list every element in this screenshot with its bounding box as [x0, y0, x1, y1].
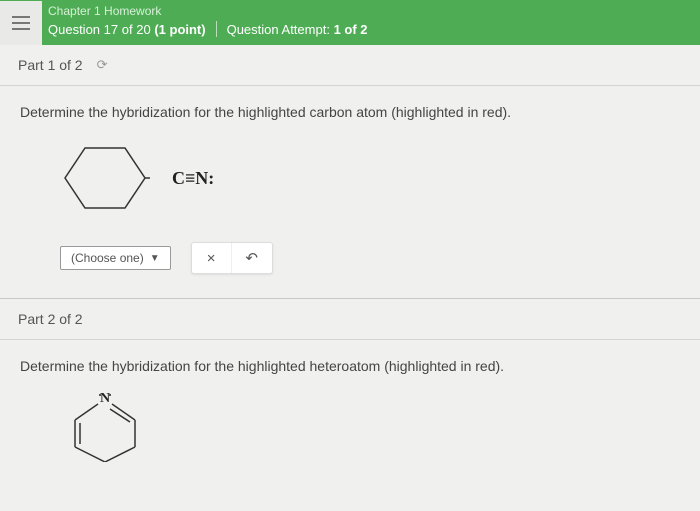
part1-header: Part 1 of 2 ⟳	[0, 45, 700, 86]
hybridization-dropdown[interactable]: (Choose one) ▼	[60, 246, 171, 270]
undo-button[interactable]: ↶	[232, 243, 272, 273]
nitrile-formula: C≡N:	[172, 168, 214, 189]
part2-header: Part 2 of 2	[0, 299, 700, 340]
structure-row-2: N	[60, 392, 680, 462]
part2-label: Part 2 of 2	[18, 311, 83, 327]
part2-prompt: Determine the hybridization for the high…	[20, 358, 680, 374]
clear-button[interactable]: ×	[192, 243, 232, 273]
chevron-down-icon: ▼	[150, 253, 160, 264]
part1-prompt: Determine the hybridization for the high…	[20, 104, 680, 120]
part2-panel: Determine the hybridization for the high…	[0, 340, 700, 462]
close-icon: ×	[207, 250, 216, 267]
chapter-title: Chapter 1 Homework	[48, 4, 368, 18]
menu-wrap	[0, 1, 42, 45]
hamburger-menu-icon[interactable]	[0, 3, 42, 43]
part1-panel: Determine the hybridization for the high…	[0, 86, 700, 298]
attempt-info: Question Attempt: 1 of 2	[227, 22, 368, 37]
question-number: Question 17 of 20 (1 point)	[48, 22, 206, 37]
undo-icon: ↶	[245, 249, 258, 267]
question-header: Chapter 1 Homework Question 17 of 20 (1 …	[0, 0, 700, 45]
content-area: Part 1 of 2 ⟳ Determine the hybridizatio…	[0, 45, 700, 511]
vertical-divider	[216, 21, 217, 37]
dropdown-label: (Choose one)	[71, 251, 144, 265]
cyclohexane-structure	[60, 138, 150, 218]
question-line: Question 17 of 20 (1 point) Question Att…	[48, 21, 368, 37]
nitrogen-atom-label: N	[100, 392, 110, 406]
part1-label: Part 1 of 2	[18, 57, 83, 73]
controls-row: (Choose one) ▼ × ↶	[60, 242, 680, 274]
action-buttons: × ↶	[191, 242, 273, 274]
header-text: Chapter 1 Homework Question 17 of 20 (1 …	[42, 4, 368, 37]
refresh-icon[interactable]: ⟳	[97, 57, 108, 73]
structure-row-1: C≡N:	[60, 138, 680, 218]
pyridine-structure: N	[60, 392, 150, 462]
